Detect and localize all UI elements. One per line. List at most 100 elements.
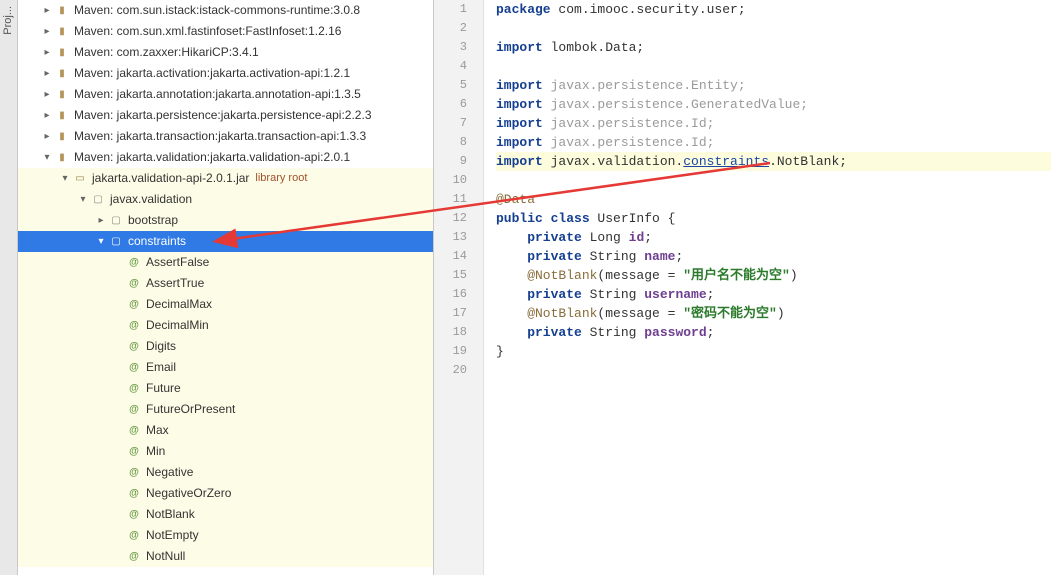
- code-line[interactable]: public class UserInfo {: [496, 209, 1051, 228]
- tree-item[interactable]: @Max: [18, 420, 433, 441]
- tree-item[interactable]: @Digits: [18, 336, 433, 357]
- tree-item-label: bootstrap: [128, 210, 178, 231]
- line-number: 19: [434, 342, 467, 361]
- code-line[interactable]: import javax.persistence.Id;: [496, 133, 1051, 152]
- code-line[interactable]: import javax.persistence.Id;: [496, 114, 1051, 133]
- expand-arrow-icon[interactable]: ▸: [40, 63, 54, 84]
- line-number: 7: [434, 114, 467, 133]
- tree-item-label: Maven: jakarta.annotation:jakarta.annota…: [74, 84, 361, 105]
- library-icon: ▮: [54, 129, 70, 145]
- tree-item[interactable]: ▾▭jakarta.validation-api-2.0.1.jarlibrar…: [18, 168, 433, 189]
- library-icon: ▮: [54, 87, 70, 103]
- code-line[interactable]: @NotBlank(message = "密码不能为空"): [496, 304, 1051, 323]
- project-tree-panel[interactable]: ▸▮Maven: com.sun.istack:istack-commons-r…: [18, 0, 434, 575]
- project-toolwindow-label: Proj...: [2, 6, 14, 35]
- tree-item[interactable]: ▸▢bootstrap: [18, 210, 433, 231]
- code-line[interactable]: import javax.persistence.Entity;: [496, 76, 1051, 95]
- annotation-icon: @: [126, 297, 142, 313]
- code-line[interactable]: [496, 57, 1051, 76]
- tree-item-label: Maven: jakarta.validation:jakarta.valida…: [74, 147, 350, 168]
- line-number: 2: [434, 19, 467, 38]
- code-line[interactable]: }: [496, 342, 1051, 361]
- line-number: 1: [434, 0, 467, 19]
- code-line[interactable]: [496, 361, 1051, 380]
- tree-item[interactable]: ▾▮Maven: jakarta.validation:jakarta.vali…: [18, 147, 433, 168]
- tree-item[interactable]: ▸▮Maven: com.sun.istack:istack-commons-r…: [18, 0, 433, 21]
- tree-item[interactable]: ▸▮Maven: jakarta.activation:jakarta.acti…: [18, 63, 433, 84]
- code-line[interactable]: private String name;: [496, 247, 1051, 266]
- annotation-icon: @: [126, 276, 142, 292]
- tree-item[interactable]: ▸▮Maven: jakarta.persistence:jakarta.per…: [18, 105, 433, 126]
- library-icon: ▮: [54, 3, 70, 19]
- code-line[interactable]: @NotBlank(message = "用户名不能为空"): [496, 266, 1051, 285]
- code-line[interactable]: import javax.validation.constraints.NotB…: [496, 152, 1051, 171]
- jar-icon: ▭: [72, 171, 88, 187]
- library-icon: ▮: [54, 150, 70, 166]
- code-area[interactable]: package com.imooc.security.user; import l…: [484, 0, 1051, 575]
- tree-item[interactable]: @NotBlank: [18, 504, 433, 525]
- expand-arrow-icon[interactable]: ▾: [94, 231, 108, 252]
- code-line[interactable]: [496, 19, 1051, 38]
- tree-item[interactable]: @FutureOrPresent: [18, 399, 433, 420]
- project-toolwindow-strip[interactable]: Proj...: [0, 0, 18, 575]
- code-line[interactable]: package com.imooc.security.user;: [496, 0, 1051, 19]
- tree-item-label: Maven: jakarta.activation:jakarta.activa…: [74, 63, 350, 84]
- tree-item-constraints[interactable]: ▾▢constraints: [18, 231, 433, 252]
- expand-arrow-icon[interactable]: ▾: [40, 147, 54, 168]
- tree-item[interactable]: @AssertFalse: [18, 252, 433, 273]
- line-number: 14: [434, 247, 467, 266]
- annotation-icon: @: [126, 486, 142, 502]
- tree-item[interactable]: @NotEmpty: [18, 525, 433, 546]
- tree-item-label: Maven: com.sun.xml.fastinfoset:FastInfos…: [74, 21, 341, 42]
- tree-item[interactable]: ▸▮Maven: com.sun.xml.fastinfoset:FastInf…: [18, 21, 433, 42]
- line-number: 12: [434, 209, 467, 228]
- code-line[interactable]: import lombok.Data;: [496, 38, 1051, 57]
- tree-item[interactable]: @NotNull: [18, 546, 433, 567]
- annotation-icon: @: [126, 549, 142, 565]
- expand-arrow-icon[interactable]: ▾: [76, 189, 90, 210]
- expand-arrow-icon[interactable]: ▸: [40, 84, 54, 105]
- code-line[interactable]: @Data: [496, 190, 1051, 209]
- tree-item-label: NegativeOrZero: [146, 483, 231, 504]
- expand-arrow-icon[interactable]: ▸: [40, 0, 54, 21]
- tree-item-label: NotBlank: [146, 504, 195, 525]
- tree-item[interactable]: @Future: [18, 378, 433, 399]
- tree-item[interactable]: @AssertTrue: [18, 273, 433, 294]
- expand-arrow-icon[interactable]: ▾: [58, 168, 72, 189]
- editor-panel[interactable]: 1234567891011121314151617181920 package …: [434, 0, 1051, 575]
- tree-item[interactable]: @Negative: [18, 462, 433, 483]
- tree-item-label: AssertTrue: [146, 273, 204, 294]
- tree-item[interactable]: ▾▢javax.validation: [18, 189, 433, 210]
- code-line[interactable]: import javax.persistence.GeneratedValue;: [496, 95, 1051, 114]
- tree-item[interactable]: @DecimalMax: [18, 294, 433, 315]
- line-number: 9: [434, 152, 467, 171]
- expand-arrow-icon[interactable]: ▸: [40, 126, 54, 147]
- package-icon: ▢: [108, 213, 124, 229]
- expand-arrow-icon[interactable]: ▸: [40, 21, 54, 42]
- code-line[interactable]: private Long id;: [496, 228, 1051, 247]
- expand-arrow-icon[interactable]: ▸: [40, 42, 54, 63]
- library-icon: ▮: [54, 45, 70, 61]
- tree-item[interactable]: @NegativeOrZero: [18, 483, 433, 504]
- tree-item[interactable]: @Email: [18, 357, 433, 378]
- line-number: 5: [434, 76, 467, 95]
- tree-item-label: Maven: jakarta.persistence:jakarta.persi…: [74, 105, 372, 126]
- line-number: 6: [434, 95, 467, 114]
- tree-item-label: NotEmpty: [146, 525, 199, 546]
- code-line[interactable]: private String password;: [496, 323, 1051, 342]
- tree-item-label: constraints: [128, 231, 186, 252]
- tree-item[interactable]: ▸▮Maven: com.zaxxer:HikariCP:3.4.1: [18, 42, 433, 63]
- line-number: 13: [434, 228, 467, 247]
- code-line[interactable]: [496, 171, 1051, 190]
- expand-arrow-icon[interactable]: ▸: [40, 105, 54, 126]
- tree-item[interactable]: @DecimalMin: [18, 315, 433, 336]
- code-line[interactable]: private String username;: [496, 285, 1051, 304]
- tree-item[interactable]: @Min: [18, 441, 433, 462]
- line-number: 4: [434, 57, 467, 76]
- tree-item[interactable]: ▸▮Maven: jakarta.transaction:jakarta.tra…: [18, 126, 433, 147]
- expand-arrow-icon[interactable]: ▸: [94, 210, 108, 231]
- tree-item-label: Negative: [146, 462, 193, 483]
- annotation-icon: @: [126, 360, 142, 376]
- package-icon: ▢: [90, 192, 106, 208]
- tree-item[interactable]: ▸▮Maven: jakarta.annotation:jakarta.anno…: [18, 84, 433, 105]
